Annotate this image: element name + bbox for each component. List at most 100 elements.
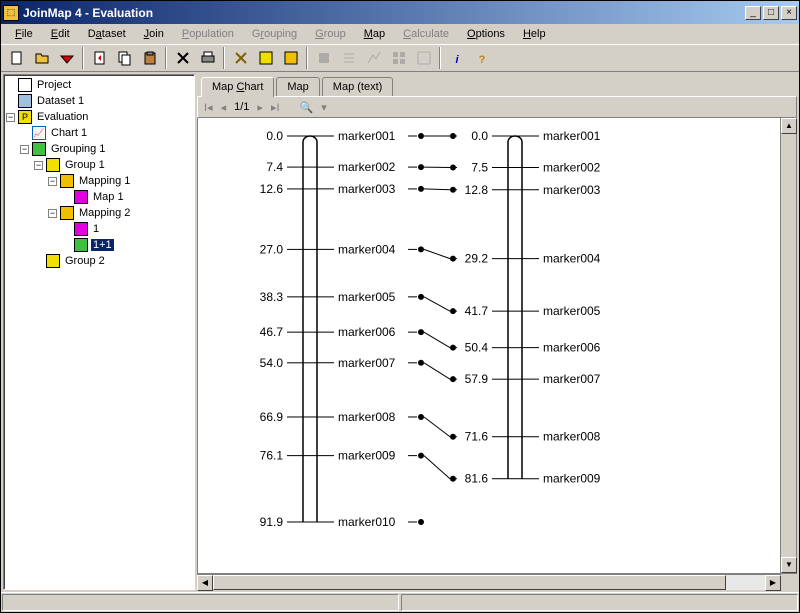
menu-options[interactable]: Options — [459, 26, 513, 42]
zoom-dropdown-icon[interactable]: ▾ — [321, 101, 327, 114]
tb-settings[interactable] — [229, 47, 252, 69]
tree-node-mapping2[interactable]: −Mapping 2 — [6, 205, 192, 221]
svg-text:38.3: 38.3 — [260, 290, 284, 304]
menu-calculate: Calculate — [395, 26, 457, 42]
menu-population: Population — [174, 26, 242, 42]
svg-text:12.6: 12.6 — [260, 182, 284, 196]
maximize-button[interactable]: □ — [763, 6, 779, 20]
svg-text:marker008: marker008 — [338, 410, 396, 424]
tree-node-map1[interactable]: Map 1 — [6, 189, 192, 205]
tb-calc1[interactable] — [254, 47, 277, 69]
scroll-left-icon[interactable]: ◀ — [197, 575, 213, 591]
svg-text:marker005: marker005 — [338, 290, 396, 304]
svg-text:marker003: marker003 — [543, 183, 601, 197]
svg-text:marker004: marker004 — [543, 252, 601, 266]
statusbar — [1, 592, 799, 612]
tree-node-dataset1[interactable]: Dataset 1 — [6, 93, 192, 109]
map-icon — [74, 190, 88, 204]
minimize-button[interactable]: _ — [745, 6, 761, 20]
horizontal-scrollbar[interactable]: ◀ ▶ — [197, 574, 781, 590]
vertical-scrollbar[interactable]: ▲ ▼ — [780, 118, 796, 573]
tab-map[interactable]: Map — [276, 77, 319, 96]
window-title: JoinMap 4 - Evaluation — [23, 6, 745, 20]
svg-text:91.9: 91.9 — [260, 515, 284, 529]
expander-icon[interactable]: − — [48, 209, 57, 218]
tb-copy[interactable] — [113, 47, 136, 69]
menu-map[interactable]: Map — [356, 26, 393, 42]
nav-prev-icon[interactable]: ◂ — [221, 101, 227, 114]
app-icon: ⬚ — [3, 5, 19, 21]
tb-open[interactable] — [30, 47, 53, 69]
project-tree[interactable]: Project Dataset 1 −PEvaluation 📈Chart 1 … — [3, 74, 195, 590]
tab-bar: Map Chart Map Map (text) — [197, 74, 797, 96]
map-chart-svg: 0.0marker0017.4marker00212.6marker00327.… — [198, 118, 758, 558]
tab-map-text[interactable]: Map (text) — [322, 77, 394, 96]
expander-icon[interactable]: − — [6, 113, 15, 122]
tree-node-mapping1[interactable]: −Mapping 1 — [6, 173, 192, 189]
menu-join[interactable]: Join — [136, 26, 172, 42]
mapping-icon — [60, 174, 74, 188]
svg-text:marker007: marker007 — [543, 372, 601, 386]
content-panel: Map Chart Map Map (text) I◂ ◂ 1/1 ▸ ▸I 🔍… — [197, 74, 797, 590]
svg-text:i: i — [455, 54, 459, 66]
map-icon — [74, 238, 88, 252]
tb-info[interactable]: i — [445, 47, 468, 69]
dataset-icon — [18, 94, 32, 108]
svg-text:marker001: marker001 — [543, 129, 601, 143]
menu-edit[interactable]: Edit — [43, 26, 78, 42]
tb-save[interactable] — [55, 47, 78, 69]
status-panel-1 — [2, 594, 399, 611]
tree-node-group1[interactable]: −Group 1 — [6, 157, 192, 173]
map-chart-canvas[interactable]: 0.0marker0017.4marker00212.6marker00327.… — [198, 118, 780, 573]
expander-icon[interactable]: − — [20, 145, 29, 154]
grouping-icon — [32, 142, 46, 156]
tb-print[interactable] — [196, 47, 219, 69]
scroll-right-icon[interactable]: ▶ — [765, 575, 781, 591]
zoom-icon[interactable]: 🔍 — [300, 101, 314, 114]
status-panel-2 — [401, 594, 798, 611]
svg-text:marker006: marker006 — [543, 341, 601, 355]
nav-last-icon[interactable]: ▸I — [271, 101, 280, 114]
mapping-icon — [60, 206, 74, 220]
main-area: Project Dataset 1 −PEvaluation 📈Chart 1 … — [1, 72, 799, 592]
tree-node-chart1[interactable]: 📈Chart 1 — [6, 125, 192, 141]
scroll-thumb[interactable] — [213, 575, 726, 590]
tree-node-group2[interactable]: Group 2 — [6, 253, 192, 269]
svg-text:marker007: marker007 — [338, 356, 396, 370]
chart-navbar: I◂ ◂ 1/1 ▸ ▸I 🔍 ▾ — [197, 96, 797, 118]
tb-paste[interactable] — [138, 47, 161, 69]
tree-node-map-1plus1[interactable]: 1+1 — [6, 237, 192, 253]
svg-text:54.0: 54.0 — [260, 356, 284, 370]
expander-icon[interactable]: − — [48, 177, 57, 186]
scroll-up-icon[interactable]: ▲ — [781, 118, 797, 134]
svg-text:81.6: 81.6 — [465, 472, 489, 486]
svg-text:57.9: 57.9 — [465, 372, 489, 386]
tree-node-project[interactable]: Project — [6, 77, 192, 93]
tb-tools[interactable] — [171, 47, 194, 69]
close-button[interactable]: × — [781, 6, 797, 20]
expander-icon[interactable]: − — [34, 161, 43, 170]
menu-dataset[interactable]: Dataset — [80, 26, 134, 42]
scroll-down-icon[interactable]: ▼ — [781, 557, 797, 573]
svg-text:50.4: 50.4 — [465, 341, 489, 355]
tree-node-evaluation[interactable]: −PEvaluation — [6, 109, 192, 125]
tree-node-grouping1[interactable]: −Grouping 1 — [6, 141, 192, 157]
nav-next-icon[interactable]: ▸ — [257, 101, 263, 114]
menu-help[interactable]: Help — [515, 26, 554, 42]
tb-view3 — [362, 47, 385, 69]
project-icon — [18, 78, 32, 92]
svg-text:marker004: marker004 — [338, 242, 396, 256]
svg-text:41.7: 41.7 — [465, 304, 489, 318]
tb-import[interactable] — [88, 47, 111, 69]
tree-node-map-1[interactable]: 1 — [6, 221, 192, 237]
svg-text:marker002: marker002 — [338, 160, 396, 174]
svg-text:marker003: marker003 — [338, 182, 396, 196]
svg-text:76.1: 76.1 — [260, 449, 284, 463]
menu-file[interactable]: File — [7, 26, 41, 42]
nav-first-icon[interactable]: I◂ — [204, 101, 213, 114]
tb-calc2[interactable] — [279, 47, 302, 69]
tab-map-chart[interactable]: Map Chart — [201, 77, 274, 97]
tb-new[interactable] — [5, 47, 28, 69]
tb-help[interactable]: ? — [470, 47, 493, 69]
group-icon — [46, 158, 60, 172]
